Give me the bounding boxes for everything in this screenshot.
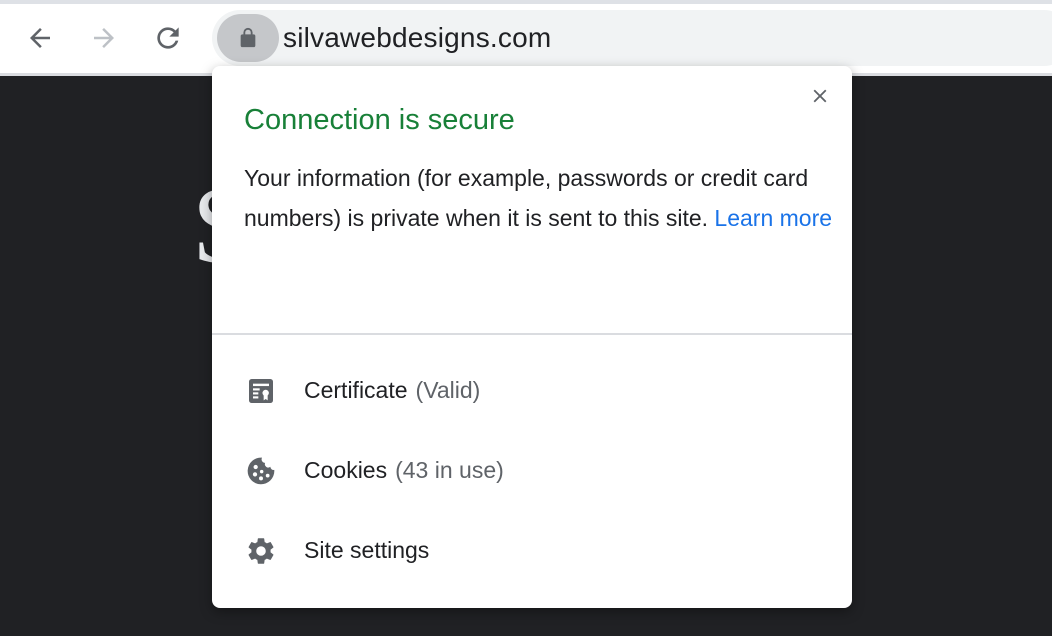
cookie-icon xyxy=(244,454,278,488)
connection-description: Your information (for example, passwords… xyxy=(244,158,834,238)
tab-strip-edge xyxy=(0,0,1052,4)
divider xyxy=(212,333,852,335)
lock-icon xyxy=(240,27,256,48)
close-button[interactable] xyxy=(806,82,834,110)
certificate-item[interactable]: Certificate (Valid) xyxy=(212,360,852,420)
site-info-popup: Connection is secure Your information (f… xyxy=(212,66,852,608)
learn-more-link[interactable]: Learn more xyxy=(714,205,832,231)
arrow-forward-icon xyxy=(94,28,114,48)
url-text[interactable]: silvawebdesigns.com xyxy=(283,20,551,56)
gear-icon xyxy=(244,534,278,568)
reload-button[interactable] xyxy=(148,18,188,58)
site-settings-item[interactable]: Site settings xyxy=(212,520,852,580)
cookies-title: Cookies xyxy=(304,457,388,483)
site-info-button[interactable] xyxy=(217,14,279,62)
forward-button[interactable] xyxy=(84,18,124,58)
certificate-status: (Valid) xyxy=(415,377,481,403)
browser-toolbar: silvawebdesigns.com xyxy=(0,0,1052,76)
back-button[interactable] xyxy=(20,18,60,58)
cookies-label: Cookies (43 in use) xyxy=(304,454,504,486)
certificate-title: Certificate xyxy=(304,377,408,403)
arrow-back-icon xyxy=(30,28,50,48)
cookies-item[interactable]: Cookies (43 in use) xyxy=(212,440,852,500)
connection-status-title: Connection is secure xyxy=(244,104,515,136)
close-icon xyxy=(813,89,827,103)
cookies-count: (43 in use) xyxy=(395,457,504,483)
reload-icon xyxy=(157,27,179,49)
certificate-icon xyxy=(244,374,278,408)
certificate-label: Certificate (Valid) xyxy=(304,374,480,406)
site-settings-label: Site settings xyxy=(304,537,430,563)
